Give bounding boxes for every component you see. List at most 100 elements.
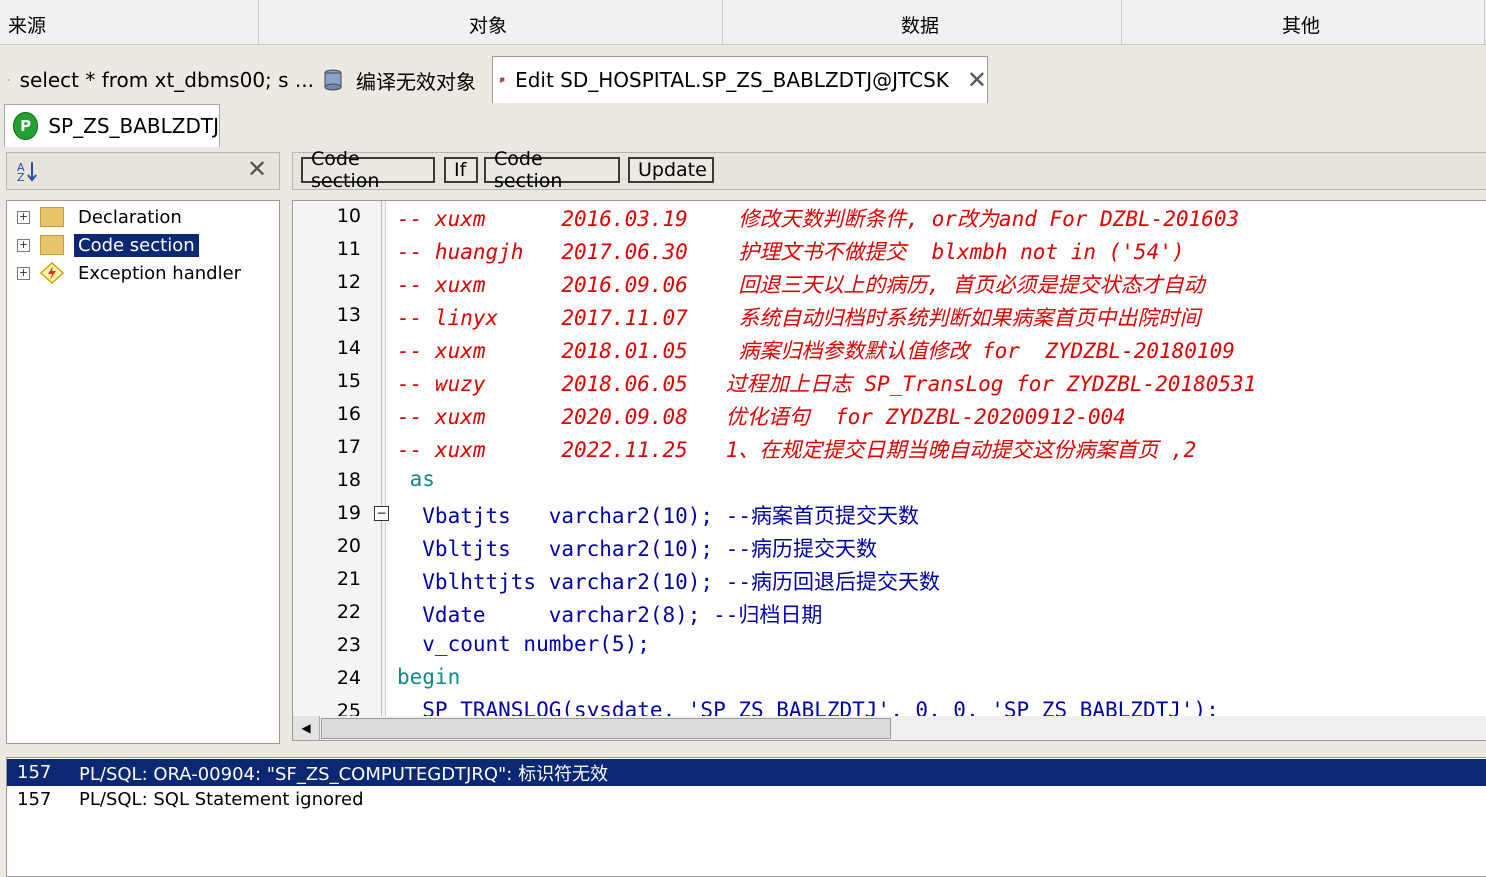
tab-label: Edit SD_HOSPITAL.SP_ZS_BABLZDTJ@JTCSK: [515, 68, 949, 92]
line-number: 22: [323, 601, 361, 623]
line-text: as: [397, 467, 435, 491]
line-number: 17: [323, 436, 361, 458]
tab-edit-procedure[interactable]: Edit SD_HOSPITAL.SP_ZS_BABLZDTJ@JTCSK ✕: [492, 56, 988, 103]
subtab-label: SP_ZS_BABLZDTJ: [48, 114, 219, 138]
expand-icon[interactable]: +: [17, 239, 30, 252]
line-text: -- xuxm 2020.09.08 优化语句 for ZYDZBL-20200…: [397, 401, 1126, 431]
line-text: Vdate varchar2(8); --归档日期: [397, 599, 822, 629]
window-tab-strip: select * from xt_dbms00; s ... 编译无效对象 Ed…: [0, 56, 1486, 102]
column-header-label: 对象: [469, 11, 507, 38]
column-header-label: 来源: [8, 11, 46, 38]
code-line: 21 Vblhttjts varchar2(10); --病历回退后提交天数: [293, 564, 1486, 597]
close-icon[interactable]: ✕: [967, 66, 987, 94]
tab-sql-window[interactable]: select * from xt_dbms00; s ...: [8, 60, 314, 100]
code-line: 13 -- linyx 2017.11.07 系统自动归档时系统判断如果病案首页…: [293, 300, 1486, 333]
code-breadcrumb: Code section If Code section Update: [292, 152, 1486, 190]
line-number: 12: [323, 271, 361, 293]
line-number: 24: [323, 667, 361, 689]
line-number: 16: [323, 403, 361, 425]
tree-item-label: Exception handler: [74, 262, 245, 285]
message-line-number: 157: [7, 762, 79, 783]
line-number: 20: [323, 535, 361, 557]
tab-compile-invalid-objects[interactable]: 编译无效对象: [320, 60, 492, 100]
tree-toolbar: A Z ✕: [6, 152, 280, 190]
result-header-bar: 来源 对象 数据 其他: [0, 0, 1486, 45]
line-text: begin: [397, 665, 460, 689]
tree-item-declaration[interactable]: + Declaration: [17, 204, 186, 230]
horizontal-scrollbar[interactable]: ◀: [292, 716, 1486, 741]
line-number: 14: [323, 337, 361, 359]
code-line: 22 Vdate varchar2(8); --归档日期: [293, 597, 1486, 630]
line-text: -- huangjh 2017.06.30 护理文书不做提交 blxmbh no…: [397, 236, 1185, 266]
line-text: Vbltjts varchar2(10); --病历提交天数: [397, 533, 877, 563]
code-line: 20 Vbltjts varchar2(10); --病历提交天数: [293, 531, 1486, 564]
code-line: 12 -- xuxm 2016.09.06 回退三天以上的病历, 首页必须是提交…: [293, 267, 1486, 300]
program-window-icon: [499, 67, 505, 93]
column-header-other[interactable]: 其他: [1122, 0, 1485, 44]
line-text: -- xuxm 2022.11.25 1、在规定提交日期当晚自动提交这份病案首页…: [397, 434, 1196, 464]
line-text: Vblhttjts varchar2(10); --病历回退后提交天数: [397, 566, 940, 596]
expand-icon[interactable]: +: [17, 267, 30, 280]
scroll-left-icon[interactable]: ◀: [293, 716, 320, 740]
exception-icon: [40, 262, 64, 284]
column-header-label: 数据: [901, 11, 939, 38]
code-line: 25 SP_TRANSLOG(sysdate, 'SP_ZS_BABLZDTJ'…: [293, 696, 1486, 718]
tab-label: select * from xt_dbms00; s ...: [20, 68, 314, 92]
sort-icon[interactable]: A Z: [15, 159, 39, 183]
code-line: 16 -- xuxm 2020.09.08 优化语句 for ZYDZBL-20…: [293, 399, 1486, 432]
line-number: 11: [323, 238, 361, 260]
column-header-label: 其他: [1282, 11, 1320, 38]
message-row[interactable]: 157 PL/SQL: SQL Statement ignored: [7, 786, 1486, 813]
line-text: -- wuzy 2018.06.05 过程加上日志 SP_TransLog fo…: [397, 368, 1256, 398]
column-header-object[interactable]: 对象: [259, 0, 723, 44]
expand-icon[interactable]: +: [17, 211, 30, 224]
tree-item-code-section[interactable]: + Code section: [17, 232, 199, 258]
code-line: 14 -- xuxm 2018.01.05 病案归档参数默认值修改 for ZY…: [293, 333, 1486, 366]
structure-tree: + Declaration + Code section + Exception…: [6, 200, 280, 744]
compiler-messages-list: 157 PL/SQL: ORA-00904: "SF_ZS_COMPUTEGDT…: [6, 757, 1486, 877]
scrollbar-thumb[interactable]: [321, 718, 891, 739]
line-number: 10: [323, 205, 361, 227]
line-text: Vbatjts varchar2(10); --病案首页提交天数: [397, 500, 919, 530]
line-text: -- xuxm 2018.01.05 病案归档参数默认值修改 for ZYDZB…: [397, 335, 1235, 365]
tree-item-label: Code section: [74, 234, 199, 257]
column-header-source[interactable]: 来源: [0, 0, 259, 44]
database-icon: [320, 67, 346, 93]
code-line: 19 Vbatjts varchar2(10); --病案首页提交天数: [293, 498, 1486, 531]
column-header-data[interactable]: 数据: [723, 0, 1122, 44]
message-row[interactable]: 157 PL/SQL: ORA-00904: "SF_ZS_COMPUTEGDT…: [7, 759, 1486, 786]
line-number: 13: [323, 304, 361, 326]
line-number: 23: [323, 634, 361, 656]
folder-icon: [40, 207, 64, 227]
svg-text:Z: Z: [17, 171, 25, 183]
code-line: 10 -- xuxm 2016.03.19 修改天数判断条件, or改为and …: [293, 201, 1486, 234]
close-icon[interactable]: ✕: [247, 155, 267, 183]
breadcrumb-code-section-inner[interactable]: Code section: [484, 157, 620, 183]
code-line: 23 v_count number(5);: [293, 630, 1486, 663]
line-number: 18: [323, 469, 361, 491]
breadcrumb-if[interactable]: If: [444, 157, 478, 183]
line-number: 15: [323, 370, 361, 392]
line-text: -- xuxm 2016.09.06 回退三天以上的病历, 首页必须是提交状态才…: [397, 269, 1205, 299]
procedure-icon: P: [13, 112, 38, 140]
folder-icon: [40, 235, 64, 255]
line-number: 19: [323, 502, 361, 524]
line-text: SP_TRANSLOG(sysdate, 'SP_ZS_BABLZDTJ', 0…: [397, 698, 1219, 718]
code-line: 15 -- wuzy 2018.06.05 过程加上日志 SP_TransLog…: [293, 366, 1486, 399]
code-line: 18 as: [293, 465, 1486, 498]
breadcrumb-update[interactable]: Update: [628, 157, 714, 183]
sql-window-icon: [8, 67, 10, 93]
code-line: 24 begin: [293, 663, 1486, 696]
breadcrumb-code-section[interactable]: Code section: [301, 157, 435, 183]
tree-item-label: Declaration: [74, 206, 186, 229]
subtab-procedure[interactable]: P SP_ZS_BABLZDTJ: [4, 104, 220, 147]
line-text: -- linyx 2017.11.07 系统自动归档时系统判断如果病案首页中出院…: [397, 302, 1200, 332]
message-line-number: 157: [7, 789, 79, 810]
tree-item-exception-handler[interactable]: + Exception handler: [17, 260, 245, 286]
tab-label: 编译无效对象: [356, 66, 476, 95]
line-text: v_count number(5);: [397, 632, 650, 656]
code-line: 17 -- xuxm 2022.11.25 1、在规定提交日期当晚自动提交这份病…: [293, 432, 1486, 465]
line-text: -- xuxm 2016.03.19 修改天数判断条件, or改为and For…: [397, 203, 1239, 233]
line-number: 21: [323, 568, 361, 590]
code-editor[interactable]: − 10 -- xuxm 2016.03.19 修改天数判断条件, or改为an…: [292, 200, 1486, 718]
